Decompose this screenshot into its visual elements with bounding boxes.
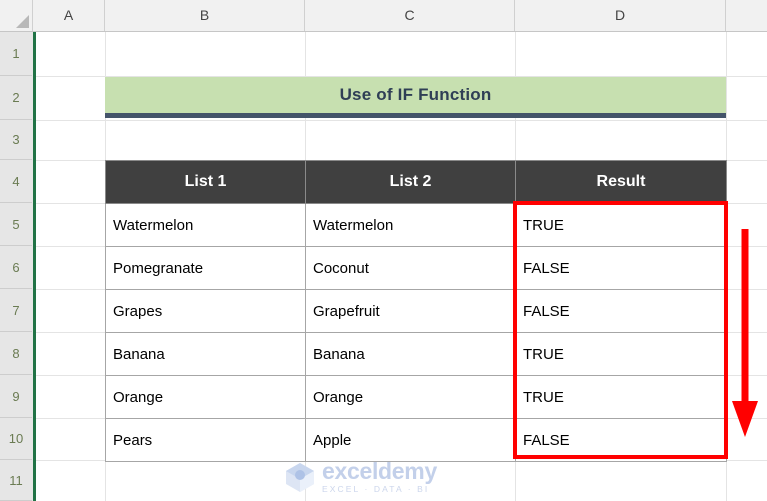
cell-result[interactable]: TRUE [515,332,727,376]
cell-list-1[interactable]: Watermelon [105,203,306,247]
row-header-5[interactable]: 5 [0,203,32,246]
table-row[interactable]: Grapes Grapefruit FALSE [105,289,727,333]
column-header-list-2: List 2 [305,160,516,204]
cell-result[interactable]: FALSE [515,246,727,290]
table-row[interactable]: Pears Apple FALSE [105,418,727,462]
row-header-11[interactable]: 11 [0,460,32,501]
column-header-b[interactable]: B [105,0,305,31]
data-table: List 1 List 2 Result Watermelon Watermel… [105,160,727,462]
cell-result[interactable]: FALSE [515,289,727,333]
row-header-2[interactable]: 2 [0,76,32,120]
column-header-result: Result [515,160,727,204]
cell-list-2[interactable]: Watermelon [305,203,516,247]
grid-line-horizontal [36,120,767,121]
column-header-e[interactable] [726,0,767,31]
row-header-strip: 1 2 3 4 5 6 7 8 9 10 11 [0,32,33,501]
row-header-9[interactable]: 9 [0,375,32,418]
select-all-triangle-icon [16,15,29,28]
cell-list-2[interactable]: Grapefruit [305,289,516,333]
cell-list-2[interactable]: Coconut [305,246,516,290]
column-header-c[interactable]: C [305,0,515,31]
row-header-accent-line [33,32,36,501]
spreadsheet-canvas: Use of IF Function List 1 List 2 Result … [0,0,767,501]
cell-result[interactable]: TRUE [515,375,727,419]
row-header-6[interactable]: 6 [0,246,32,289]
column-header-strip: A B C D [0,0,767,32]
cell-list-2[interactable]: Banana [305,332,516,376]
column-header-list-1: List 1 [105,160,306,204]
cell-list-2[interactable]: Apple [305,418,516,462]
row-header-8[interactable]: 8 [0,332,32,375]
cell-list-1[interactable]: Banana [105,332,306,376]
row-header-4[interactable]: 4 [0,160,32,203]
cell-list-1[interactable]: Grapes [105,289,306,333]
row-header-10[interactable]: 10 [0,418,32,460]
row-header-1[interactable]: 1 [0,32,32,76]
cell-list-2[interactable]: Orange [305,375,516,419]
table-row[interactable]: Banana Banana TRUE [105,332,727,376]
table-row[interactable]: Pomegranate Coconut FALSE [105,246,727,290]
row-header-3[interactable]: 3 [0,120,32,160]
page-title: Use of IF Function [339,85,492,104]
column-header-a[interactable]: A [33,0,105,31]
title-banner: Use of IF Function [105,77,726,118]
table-row[interactable]: Watermelon Watermelon TRUE [105,203,727,247]
cell-list-1[interactable]: Orange [105,375,306,419]
table-header-row: List 1 List 2 Result [105,160,727,204]
row-header-7[interactable]: 7 [0,289,32,332]
column-header-d[interactable]: D [515,0,726,31]
select-all-corner-button[interactable] [0,0,33,31]
cell-list-1[interactable]: Pomegranate [105,246,306,290]
cell-result[interactable]: FALSE [515,418,727,462]
table-row[interactable]: Orange Orange TRUE [105,375,727,419]
cell-list-1[interactable]: Pears [105,418,306,462]
cell-result[interactable]: TRUE [515,203,727,247]
